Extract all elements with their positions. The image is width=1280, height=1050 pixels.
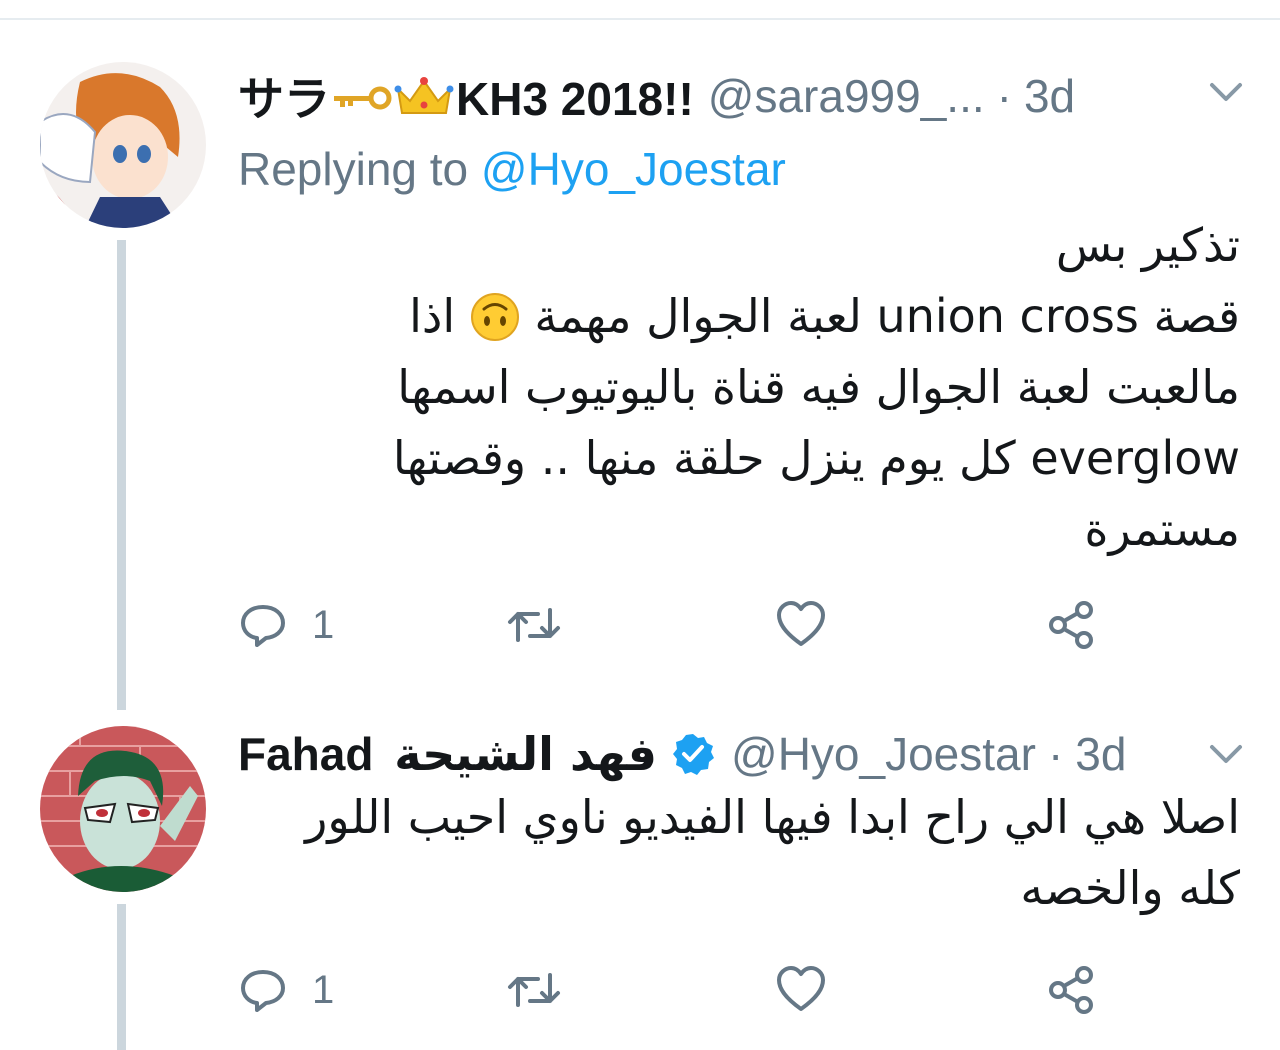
heart-icon [777, 966, 825, 1011]
reply-button[interactable]: 1 [238, 960, 334, 1020]
action-bar: 1 [238, 960, 1138, 1020]
text-segment: اذا [409, 289, 456, 343]
reply-icon [241, 970, 285, 1012]
text-line: تذكير بس [1055, 218, 1240, 272]
tweet-text: تذكير بس قصة union cross لعبة الجوال مهم… [393, 210, 1240, 565]
reply-icon [241, 605, 285, 647]
share-icon [1049, 966, 1093, 1014]
retweet-button[interactable] [506, 595, 562, 655]
thread-line [117, 904, 126, 1050]
timestamp[interactable]: 3d [1024, 69, 1075, 123]
handle[interactable]: @sara999_... [708, 69, 985, 123]
display-name[interactable]: Fahad فهد الشيحة [238, 727, 657, 781]
like-button[interactable] [776, 595, 826, 655]
separator-dot: · [1047, 728, 1064, 780]
thread-line [117, 240, 126, 710]
handle[interactable]: @Hyo_Joestar [731, 727, 1036, 781]
text-line: مالعبت لعبة الجوال فيه قناة باليوتيوب اس… [397, 360, 1240, 414]
verified-badge-icon [673, 734, 714, 775]
text-line: اصلا هي الي راح ابدا فيها الفيديو ناوي ا… [305, 790, 1240, 844]
replying-to: Replying to @Hyo_Joestar [238, 142, 786, 196]
heart-icon [777, 601, 825, 646]
tweet-2[interactable]: Fahad فهد الشيحة @Hyo_Joestar · 3d اصلا … [0, 700, 1280, 1050]
reply-count: 1 [312, 602, 335, 647]
chevron-down-icon[interactable] [1208, 80, 1244, 104]
display-name[interactable]: サラ KH3 2018!! [238, 63, 694, 129]
key-emoji-icon [334, 86, 392, 110]
like-button[interactable] [776, 960, 826, 1020]
text-line: مستمرة [1084, 502, 1240, 556]
avatar[interactable] [40, 62, 206, 228]
tweet-1[interactable]: サラ KH3 2018!! @sara999_... · 3d Replying … [0, 0, 1280, 710]
text-line: قصة union cross لعبة الجوال مهمة اذا [393, 281, 1240, 352]
tweet-text: اصلا هي الي راح ابدا فيها الفيديو ناوي ا… [305, 782, 1240, 924]
retweet-icon [508, 608, 560, 642]
timestamp[interactable]: 3d [1075, 727, 1126, 781]
text-line: كله والخصه [1020, 861, 1240, 915]
display-name-arabic: فهد الشيحة [394, 727, 657, 781]
share-button[interactable] [1046, 595, 1096, 655]
retweet-button[interactable] [506, 960, 562, 1020]
action-bar: 1 [238, 595, 1138, 655]
share-icon [1049, 601, 1093, 649]
separator-dot: · [996, 70, 1012, 122]
tweet-header: Fahad فهد الشيحة @Hyo_Joestar · 3d [238, 724, 1126, 784]
reply-count: 1 [312, 967, 335, 1012]
retweet-icon [508, 973, 560, 1007]
reply-button[interactable]: 1 [238, 595, 334, 655]
replying-label: Replying to [238, 143, 469, 195]
crown-emoji-icon [394, 77, 454, 114]
chevron-down-icon[interactable] [1208, 742, 1244, 766]
text-segment: قصة union cross لعبة الجوال مهمة [534, 289, 1240, 343]
replying-mention[interactable]: @Hyo_Joestar [481, 143, 786, 195]
avatar[interactable] [40, 726, 206, 892]
share-button[interactable] [1046, 960, 1096, 1020]
text-line: everglow كل يوم ينزل حلقة منها .. وقصتها [392, 431, 1240, 485]
display-name-latin: Fahad [238, 728, 374, 780]
upside-down-face-emoji-icon [470, 293, 519, 341]
tweet-header: サラ KH3 2018!! @sara999_... · 3d [238, 66, 1075, 126]
